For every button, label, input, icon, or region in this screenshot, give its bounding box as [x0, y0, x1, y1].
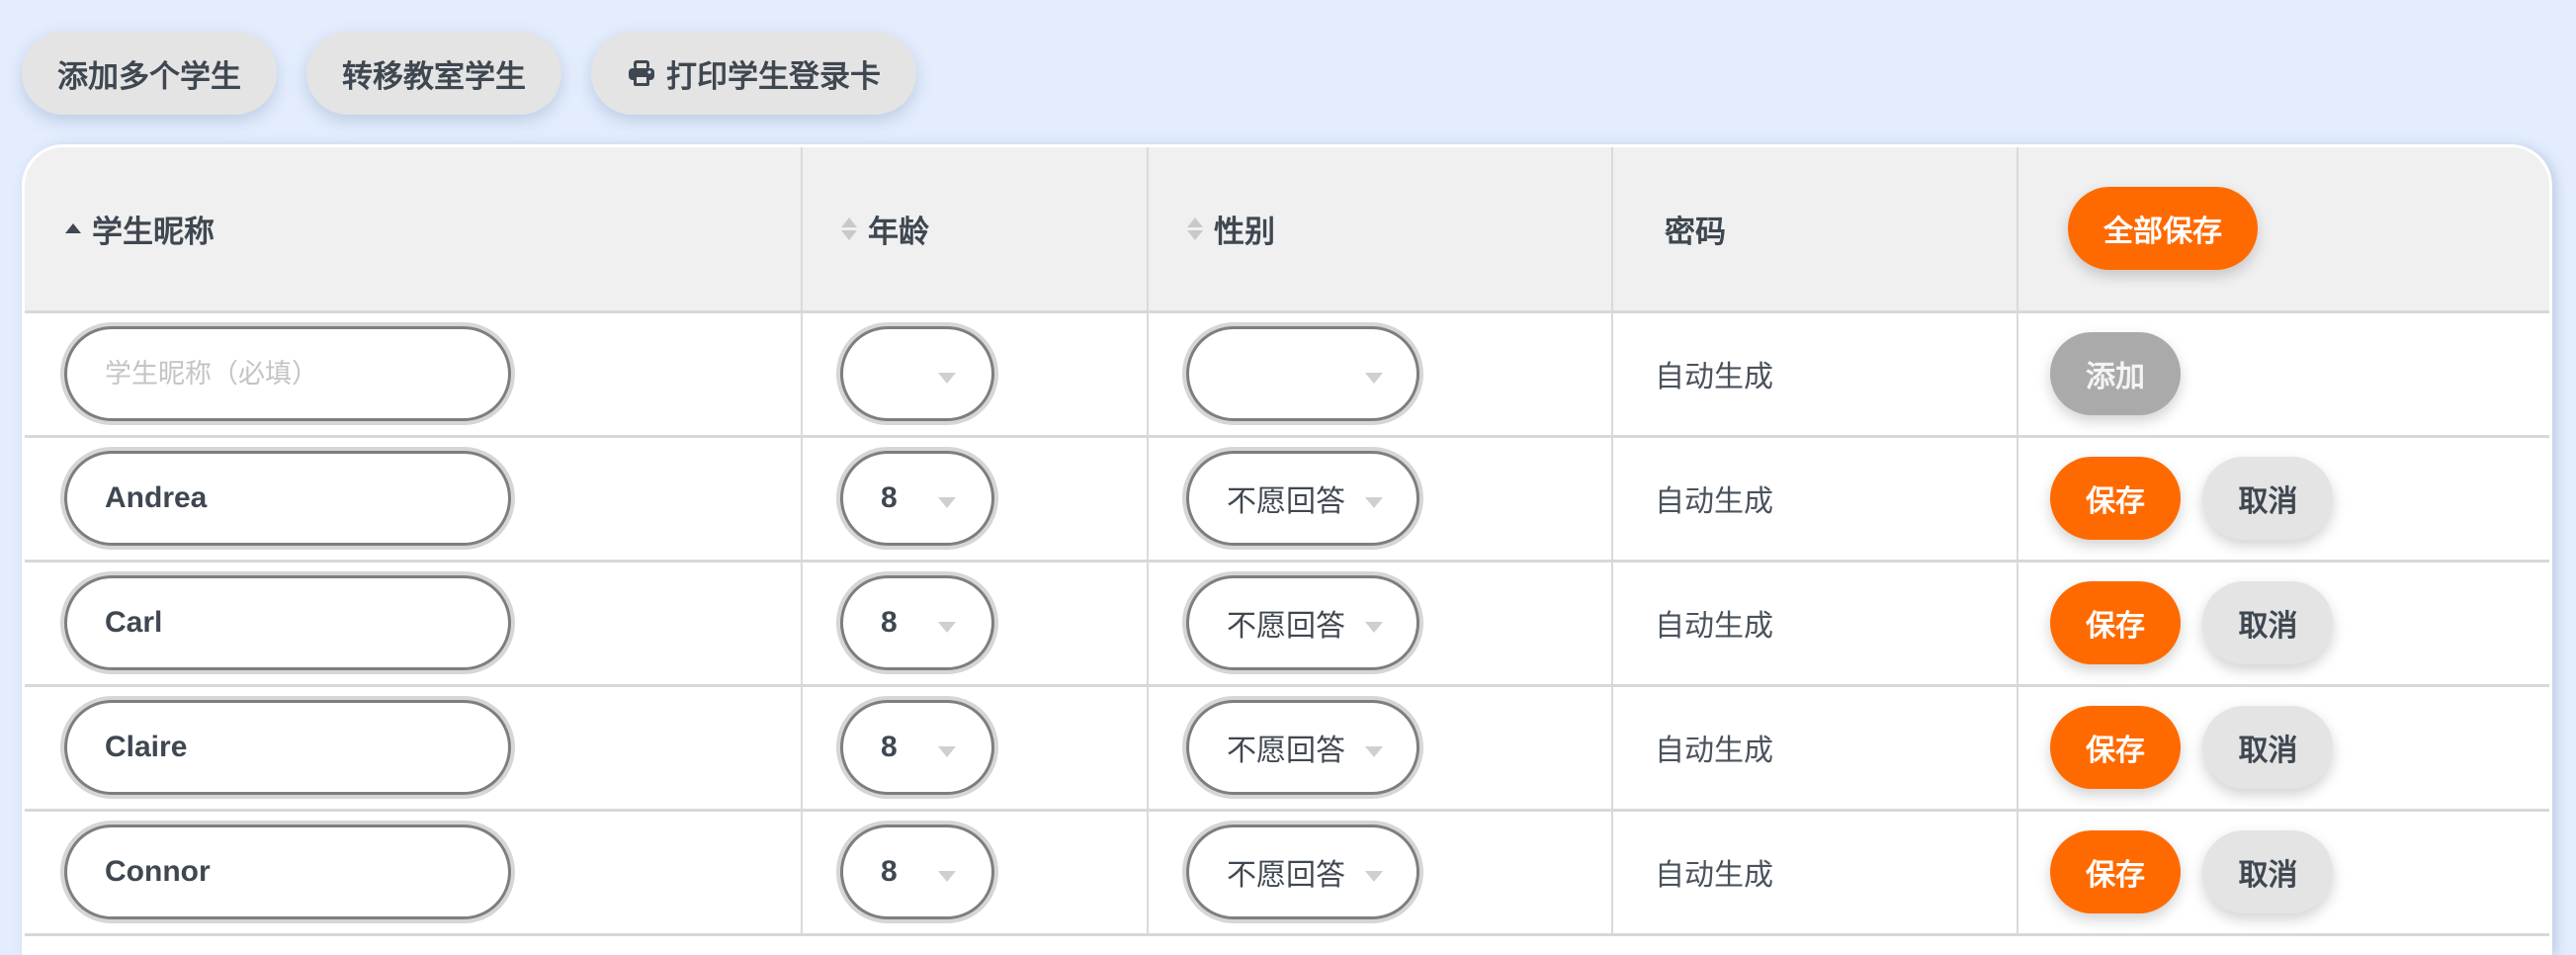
header-actions: 全部保存 [2018, 147, 2549, 313]
nickname-input[interactable] [64, 700, 511, 795]
gender-select[interactable]: 不愿回答 [1186, 825, 1419, 919]
toolbar: 添加多个学生 转移教室学生 打印学生登录卡 [22, 32, 916, 115]
chevron-down-icon [1365, 622, 1383, 633]
add-multiple-students-button[interactable]: 添加多个学生 [22, 32, 277, 115]
save-button[interactable]: 保存 [2050, 457, 2181, 540]
gender-value: 不愿回答 [1227, 484, 1345, 519]
students-table: 学生昵称 年龄 性别 密码 全部保存 学生昵称（必填） 自动生成 添加 Andr… [25, 147, 2549, 936]
new-student-row: 自动生成 添加 [25, 311, 2549, 438]
header-password: 密码 [1612, 147, 2018, 313]
chevron-down-icon [1365, 497, 1383, 508]
save-button[interactable]: 保存 [2050, 830, 2181, 913]
gender-value: 不愿回答 [1227, 858, 1345, 893]
header-gender-label: 性别 [1214, 214, 1275, 250]
transfer-students-label: 转移教室学生 [342, 58, 526, 95]
student-row: 8 不愿回答 自动生成 保存 取消 [25, 436, 2549, 563]
printer-icon [627, 58, 656, 88]
sort-icon [1186, 217, 1204, 240]
cancel-button[interactable]: 取消 [2202, 830, 2334, 913]
gender-value: 不愿回答 [1227, 734, 1345, 768]
student-row: 8 不愿回答 自动生成 保存 取消 [25, 810, 2549, 936]
chevron-down-icon [938, 871, 956, 882]
age-select[interactable]: 8 [840, 575, 994, 670]
print-login-cards-label: 打印学生登录卡 [666, 58, 881, 95]
chevron-down-icon [938, 622, 956, 633]
add-multiple-students-label: 添加多个学生 [57, 58, 241, 95]
header-nickname-label: 学生昵称 [92, 214, 215, 250]
age-select[interactable]: 8 [840, 451, 994, 546]
sort-icon [840, 217, 858, 240]
print-login-cards-button[interactable]: 打印学生登录卡 [591, 32, 916, 115]
password-value: 自动生成 [1655, 734, 1773, 768]
nickname-input[interactable] [64, 575, 511, 670]
save-button[interactable]: 保存 [2050, 581, 2181, 664]
student-row: 8 不愿回答 自动生成 保存 取消 [25, 561, 2549, 687]
save-button[interactable]: 保存 [2050, 706, 2181, 789]
header-nickname[interactable]: 学生昵称 [25, 147, 803, 313]
table-header-row: 学生昵称 年龄 性别 密码 全部保存 [25, 147, 2549, 313]
cancel-button[interactable]: 取消 [2202, 581, 2334, 664]
student-row: 8 不愿回答 自动生成 保存 取消 [25, 685, 2549, 812]
header-age[interactable]: 年龄 [802, 147, 1149, 313]
cancel-button[interactable]: 取消 [2202, 457, 2334, 540]
students-table-card: 学生昵称 年龄 性别 密码 全部保存 学生昵称（必填） 自动生成 添加 Andr… [22, 144, 2552, 955]
age-value: 8 [881, 606, 898, 639]
gender-select[interactable]: 不愿回答 [1186, 451, 1419, 546]
gender-value: 不愿回答 [1227, 609, 1345, 644]
age-value: 8 [881, 481, 898, 514]
gender-select[interactable]: 不愿回答 [1186, 700, 1419, 795]
chevron-down-icon [938, 497, 956, 508]
new-age-select[interactable] [840, 326, 994, 421]
age-value: 8 [881, 855, 898, 888]
age-value: 8 [881, 731, 898, 763]
password-value: 自动生成 [1655, 858, 1773, 893]
chevron-down-icon [938, 746, 956, 757]
nickname-input[interactable] [64, 825, 511, 919]
cancel-button[interactable]: 取消 [2202, 706, 2334, 789]
chevron-down-icon [1365, 373, 1383, 384]
transfer-students-button[interactable]: 转移教室学生 [306, 32, 561, 115]
header-age-label: 年龄 [868, 214, 929, 250]
new-gender-select[interactable] [1186, 326, 1419, 421]
password-value: 自动生成 [1655, 609, 1773, 644]
sort-ascending-icon [64, 223, 82, 234]
new-nickname-input[interactable] [64, 326, 511, 421]
chevron-down-icon [938, 373, 956, 384]
header-password-label: 密码 [1665, 214, 1726, 250]
chevron-down-icon [1365, 871, 1383, 882]
add-student-button[interactable]: 添加 [2050, 332, 2181, 415]
password-value: 自动生成 [1655, 360, 1773, 394]
chevron-down-icon [1365, 746, 1383, 757]
save-all-button[interactable]: 全部保存 [2068, 187, 2258, 271]
age-select[interactable]: 8 [840, 825, 994, 919]
nickname-input[interactable] [64, 451, 511, 546]
password-value: 自动生成 [1655, 484, 1773, 519]
gender-select[interactable]: 不愿回答 [1186, 575, 1419, 670]
header-gender[interactable]: 性别 [1148, 147, 1613, 313]
age-select[interactable]: 8 [840, 700, 994, 795]
